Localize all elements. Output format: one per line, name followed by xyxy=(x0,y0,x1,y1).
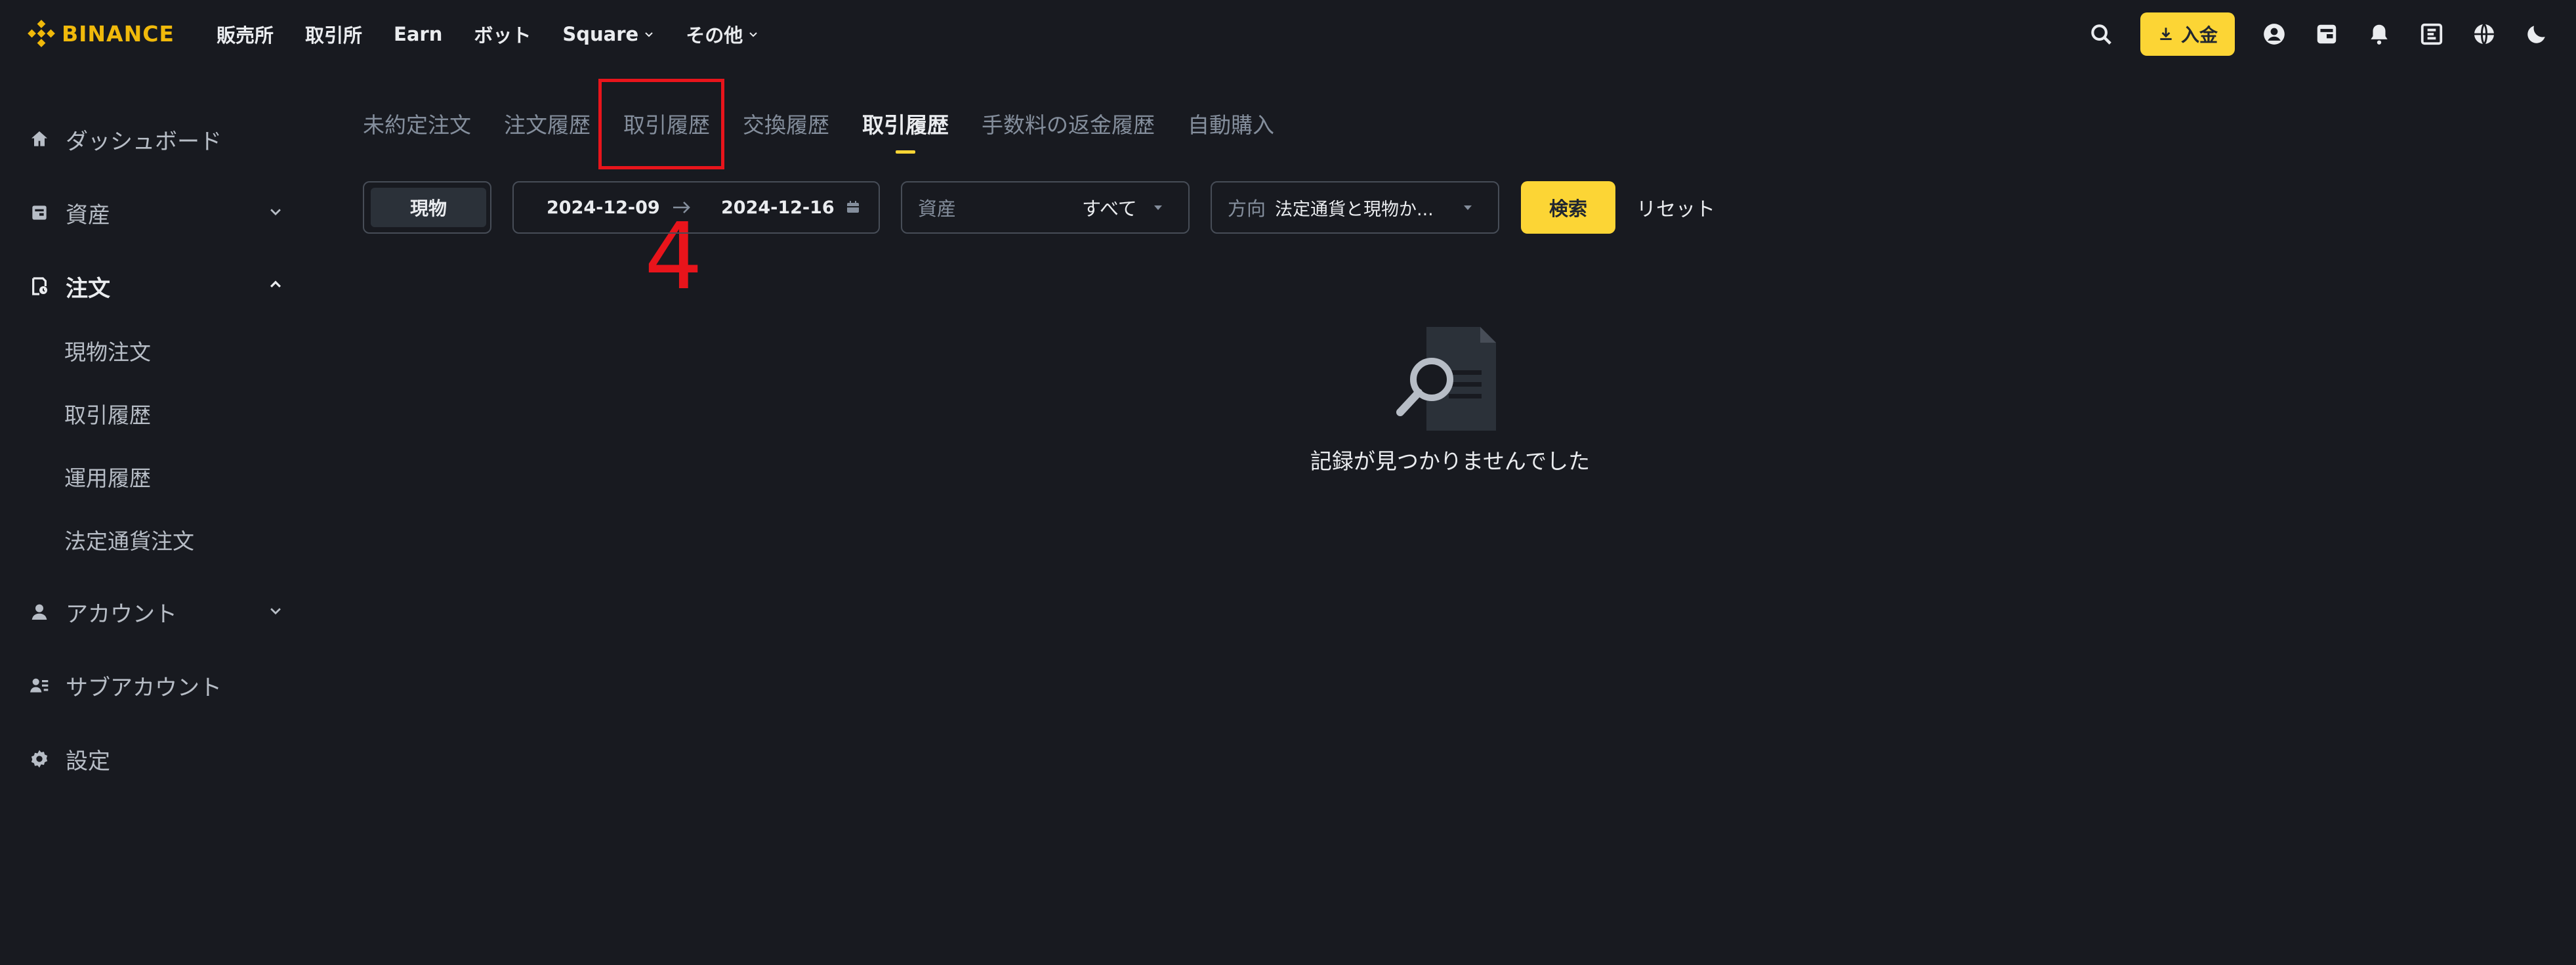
bell-icon[interactable] xyxy=(2366,21,2392,47)
search-button[interactable]: 検索 xyxy=(1521,181,1615,234)
empty-state-message: 記録が見つかりませんでした xyxy=(1310,448,1590,474)
deposit-label: 入金 xyxy=(2180,24,2218,46)
reset-button[interactable]: リセット xyxy=(1636,181,1715,234)
nav-item-earn[interactable]: Earn xyxy=(394,23,442,45)
direction-select[interactable]: 方向 法定通貨と現物か... xyxy=(1211,181,1499,234)
gear-icon xyxy=(29,748,51,771)
wallet-icon[interactable] xyxy=(2314,21,2340,47)
tab-open-orders[interactable]: 未約定注文 xyxy=(363,108,471,139)
home-icon xyxy=(29,129,51,151)
sidebar-item-label: ダッシュボード xyxy=(66,129,222,155)
binance-logo-icon xyxy=(26,18,56,49)
sidebar-item-dashboard[interactable]: ダッシュボード xyxy=(29,123,222,156)
user-icon xyxy=(29,601,51,624)
main-nav: 販売所 取引所 Earn ボット Square その他 xyxy=(217,0,790,68)
nav-item-square-label: Square xyxy=(562,23,639,45)
download-app-icon[interactable] xyxy=(2419,21,2445,47)
chevron-down-icon xyxy=(644,29,654,39)
caret-down-icon xyxy=(1152,201,1165,214)
wallet-icon xyxy=(29,202,51,225)
deposit-button[interactable]: 入金 xyxy=(2140,12,2235,56)
asset-value: すべて xyxy=(1082,198,1137,220)
date-range-picker[interactable]: 2024-12-09 2024-12-16 xyxy=(512,181,880,234)
chevron-up-icon[interactable] xyxy=(266,275,285,295)
download-icon xyxy=(2160,28,2172,40)
market-type-spot[interactable]: 現物 xyxy=(371,188,486,227)
tab-fee-rebate-history[interactable]: 手数料の返金履歴 xyxy=(982,108,1155,139)
sidebar-subitem-fiat-orders[interactable]: 法定通貨注文 xyxy=(64,524,194,555)
brand-name: BINANCE xyxy=(62,20,175,47)
user-profile-icon[interactable] xyxy=(2261,21,2287,47)
chevron-down-icon[interactable] xyxy=(266,202,285,221)
sidebar-item-settings[interactable]: 設定 xyxy=(29,743,110,775)
direction-value: 法定通貨と現物か... xyxy=(1275,199,1434,220)
sidebar-item-label: 設定 xyxy=(66,748,110,775)
no-records-icon xyxy=(1394,324,1505,436)
order-icon xyxy=(29,276,51,298)
sidebar-subitem-earn-history[interactable]: 運用履歴 xyxy=(64,461,151,492)
active-tab-indicator xyxy=(896,150,915,154)
nav-item-square[interactable]: Square xyxy=(562,23,654,45)
nav-item-more[interactable]: その他 xyxy=(686,20,758,48)
order-tabs: 未約定注文 注文履歴 取引履歴 交換履歴 取引履歴 手数料の返金履歴 自動購入 xyxy=(363,108,1307,154)
sidebar-subitem-spot-orders[interactable]: 現物注文 xyxy=(64,335,151,366)
header-tools: 入金 xyxy=(2062,12,2550,56)
calendar-icon[interactable] xyxy=(845,200,861,215)
chevron-down-icon[interactable] xyxy=(266,601,285,620)
sub-account-icon xyxy=(29,675,51,697)
moon-icon[interactable] xyxy=(2524,21,2550,47)
tab-auto-invest[interactable]: 自動購入 xyxy=(1188,108,1274,139)
annotation-highlight-box xyxy=(598,79,724,169)
tab-order-history[interactable]: 注文履歴 xyxy=(504,108,591,139)
market-type-selector[interactable]: 現物 xyxy=(363,181,491,234)
nav-item-hanbaisho[interactable]: 販売所 xyxy=(217,20,274,48)
search-icon[interactable] xyxy=(2088,21,2114,47)
tab-trade-history-active[interactable]: 取引履歴 xyxy=(862,108,949,154)
nav-item-exchange[interactable]: 取引所 xyxy=(305,20,362,48)
sidebar-item-label: アカウント xyxy=(66,601,177,628)
sidebar-item-label: 資産 xyxy=(66,202,110,228)
date-from[interactable]: 2024-12-09 xyxy=(547,182,660,232)
sidebar-item-assets[interactable]: 資産 xyxy=(29,197,110,229)
sidebar-item-label: サブアカウント xyxy=(66,675,222,701)
direction-label: 方向 xyxy=(1228,198,1266,220)
sidebar-item-sub-account[interactable]: サブアカウント xyxy=(29,670,222,702)
arrow-right-icon xyxy=(671,198,692,217)
asset-label: 資産 xyxy=(918,198,957,220)
sidebar-item-orders[interactable]: 注文 xyxy=(29,270,110,303)
nav-item-bot[interactable]: ボット xyxy=(474,20,531,48)
top-navigation-bar: BINANCE 販売所 取引所 Earn ボット Square その他 入金 xyxy=(0,0,2576,68)
sidebar-item-account[interactable]: アカウント xyxy=(29,596,177,628)
chevron-down-icon xyxy=(748,29,758,39)
sidebar-item-label: 注文 xyxy=(66,276,110,302)
globe-icon[interactable] xyxy=(2471,21,2497,47)
date-to[interactable]: 2024-12-16 xyxy=(721,182,835,232)
asset-select[interactable]: 資産 すべて xyxy=(901,181,1190,234)
tab-convert-history[interactable]: 交換履歴 xyxy=(743,108,829,139)
binance-logo[interactable]: BINANCE xyxy=(26,18,175,49)
tab-label: 取引履歴 xyxy=(862,112,949,138)
sidebar-subitem-trade-history[interactable]: 取引履歴 xyxy=(64,398,151,429)
nav-item-more-label: その他 xyxy=(686,24,743,47)
caret-down-icon xyxy=(1461,201,1474,214)
